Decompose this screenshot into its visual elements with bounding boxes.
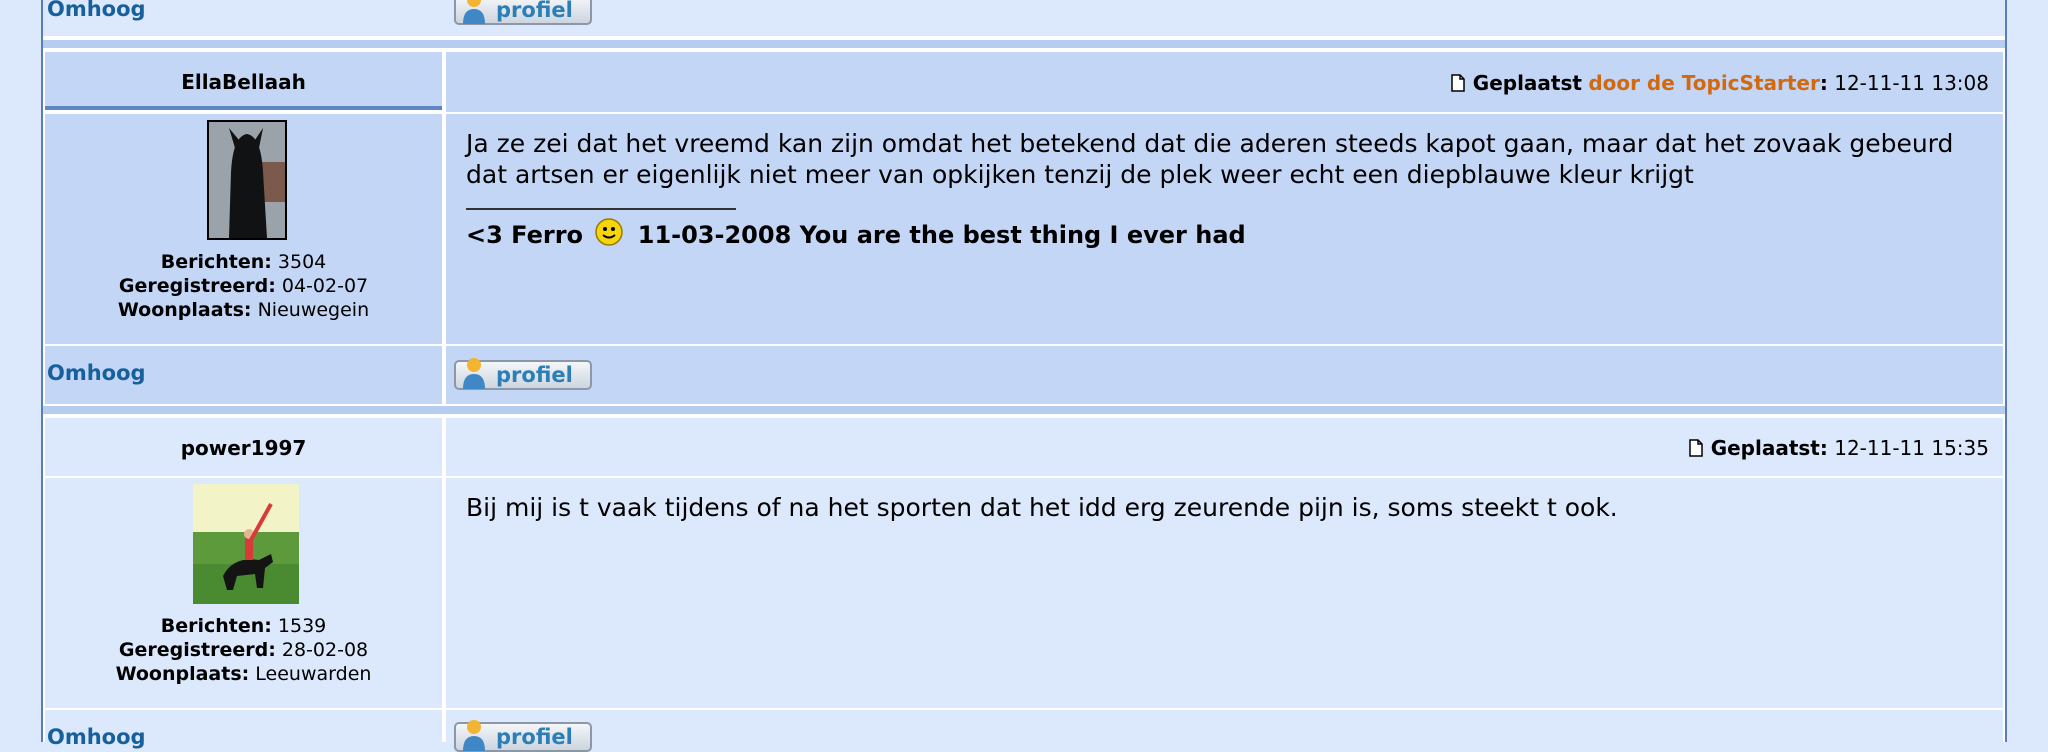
post-footer-row: Omhoog profiel xyxy=(43,346,2005,404)
post-time: 12-11-11 13:08 xyxy=(1834,71,1989,95)
signature-divider xyxy=(466,208,736,210)
post-author[interactable]: power1997 xyxy=(45,436,442,460)
signature-text-start: <3 Ferro xyxy=(466,221,584,249)
post-separator xyxy=(43,406,2005,414)
avatar[interactable] xyxy=(193,484,299,604)
profile-button-label: profiel xyxy=(496,725,573,749)
signature: <3 Ferro 11-03-2008 You are the best thi… xyxy=(466,218,1246,249)
stats-registered-label: Geregistreerd: xyxy=(118,275,276,297)
posted-label: Geplaatst xyxy=(1472,71,1582,95)
posted-label: Geplaatst: xyxy=(1710,436,1828,460)
smiley-icon xyxy=(595,218,624,246)
post-message: Ja ze zei dat het vreemd kan zijn omdat … xyxy=(466,129,1954,189)
stats-posts-value: 1539 xyxy=(277,615,327,637)
avatar[interactable] xyxy=(207,120,287,240)
forum-thread: Omhoog profiel EllaBellaah Geplaatst doo… xyxy=(41,0,2007,752)
post-body-row: Berichten: 3504 Geregistreerd: 04-02-07 … xyxy=(43,114,2005,344)
back-to-top-link[interactable]: Omhoog xyxy=(47,0,146,21)
user-stats: Berichten: 1539 Geregistreerd: 28-02-08 … xyxy=(45,614,442,686)
post-timestamp-bar: Geplaatst door de TopicStarter: 12-11-11… xyxy=(1451,71,1989,95)
stats-location-value: Nieuwegein xyxy=(257,299,370,321)
profile-button-label: profiel xyxy=(496,363,573,387)
stats-posts-label: Berichten: xyxy=(160,251,272,273)
profile-person-icon xyxy=(463,720,485,751)
document-icon[interactable] xyxy=(1688,439,1703,457)
profile-person-icon xyxy=(463,358,485,389)
profile-button[interactable]: profiel xyxy=(454,720,592,752)
avatar-rider-image xyxy=(193,484,299,604)
back-to-top-link[interactable]: Omhoog xyxy=(47,725,146,749)
stats-location-label: Woonplaats: xyxy=(115,663,250,685)
topicstarter-label: door de TopicStarter xyxy=(1588,71,1820,95)
stats-posts-label: Berichten: xyxy=(160,615,272,637)
post-separator xyxy=(43,40,2005,48)
avatar-horse-image xyxy=(209,122,285,238)
post-footer-row: Omhoog profiel xyxy=(43,0,2005,36)
post-footer-row: Omhoog profiel xyxy=(43,710,2005,752)
stats-location-value: Leeuwarden xyxy=(255,663,372,685)
profile-button-label: profiel xyxy=(496,0,573,22)
post-message: Bij mij is t vaak tijdens of na het spor… xyxy=(466,493,1618,522)
stats-posts-value: 3504 xyxy=(277,251,327,273)
user-stats: Berichten: 3504 Geregistreerd: 04-02-07 … xyxy=(45,250,442,322)
back-to-top-link[interactable]: Omhoog xyxy=(47,361,146,385)
document-icon[interactable] xyxy=(1451,74,1465,92)
post-timestamp-bar: Geplaatst: 12-11-11 15:35 xyxy=(1688,436,1989,460)
stats-location-label: Woonplaats: xyxy=(117,299,252,321)
posted-colon: : xyxy=(1819,71,1828,95)
stats-registered-label: Geregistreerd: xyxy=(118,639,276,661)
post-header: EllaBellaah Geplaatst door de TopicStart… xyxy=(43,52,2005,112)
post-body-row: Berichten: 1539 Geregistreerd: 28-02-08 … xyxy=(43,478,2005,708)
stats-registered-value: 04-02-07 xyxy=(281,275,369,297)
post-header: power1997 Geplaatst: 12-11-11 15:35 xyxy=(43,418,2005,476)
post-time: 12-11-11 15:35 xyxy=(1834,436,1989,460)
signature-text-end: 11-03-2008 You are the best thing I ever… xyxy=(637,221,1246,249)
profile-person-icon xyxy=(463,0,485,24)
stats-registered-value: 28-02-08 xyxy=(281,639,369,661)
profile-button[interactable]: profiel xyxy=(454,0,592,25)
post-author[interactable]: EllaBellaah xyxy=(45,70,442,94)
profile-button[interactable]: profiel xyxy=(454,358,592,390)
